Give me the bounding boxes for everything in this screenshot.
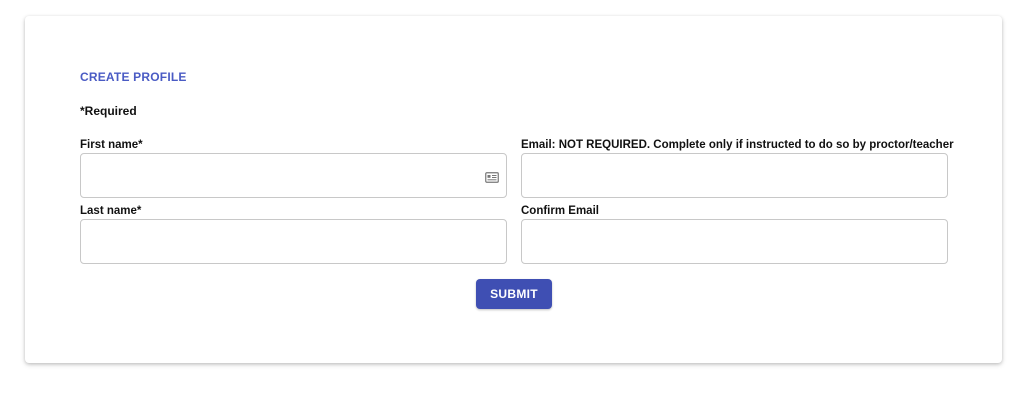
contact-card-icon[interactable] (485, 170, 499, 183)
required-note: *Required (80, 104, 137, 118)
create-profile-card: CREATE PROFILE *Required First name* Las… (25, 16, 1002, 363)
confirm-email-label: Confirm Email (521, 205, 599, 217)
confirm-email-input[interactable] (521, 219, 948, 264)
first-name-label: First name* (80, 139, 143, 151)
submit-button[interactable]: SUBMIT (476, 279, 552, 309)
last-name-input[interactable] (80, 219, 507, 264)
email-input[interactable] (521, 153, 948, 198)
form-title: CREATE PROFILE (80, 70, 187, 84)
email-label: Email: NOT REQUIRED. Complete only if in… (521, 139, 954, 151)
last-name-label: Last name* (80, 205, 142, 217)
first-name-input[interactable] (80, 153, 507, 198)
